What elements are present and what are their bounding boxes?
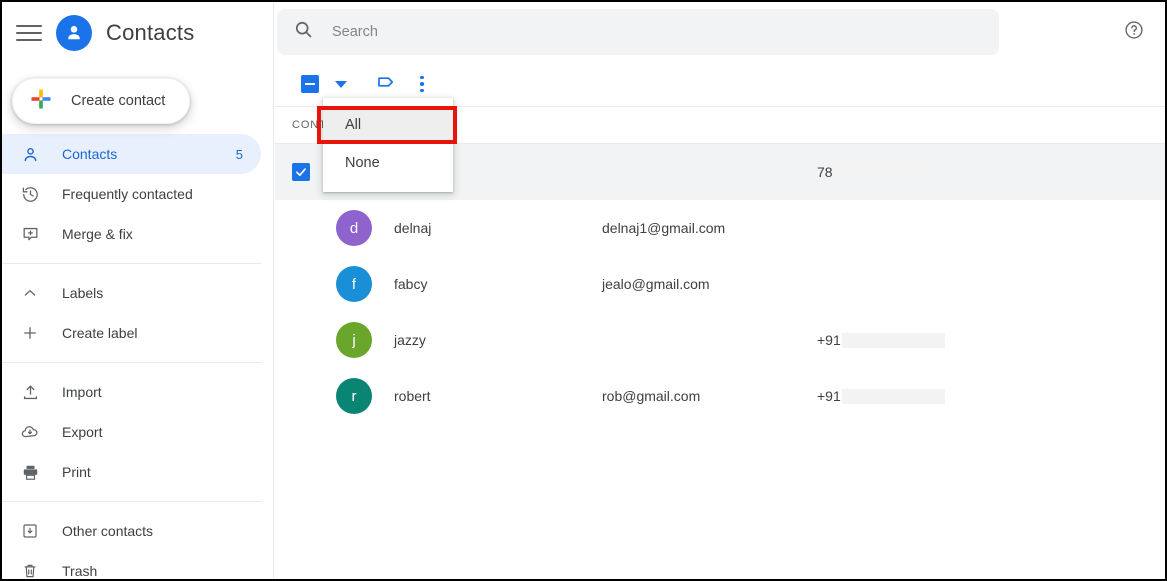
- sidebar-item-label: Contacts: [62, 146, 118, 162]
- sidebar-item-label: Labels: [62, 285, 104, 301]
- label-button[interactable]: [373, 71, 399, 97]
- avatar: j: [336, 322, 372, 358]
- contact-phone: +91: [817, 388, 945, 404]
- action-toolbar: All None: [275, 62, 1165, 192]
- more-vertical-icon: [420, 88, 424, 93]
- contact-name: robert: [394, 388, 431, 404]
- more-options-button[interactable]: [409, 71, 435, 97]
- sidebar-item-contacts[interactable]: Contacts 5: [2, 134, 261, 174]
- sidebar-item-label: Other contacts: [62, 523, 154, 539]
- sidebar-item-label: Create label: [62, 325, 138, 341]
- row-checkbox-checked-icon[interactable]: [292, 163, 310, 181]
- menu-item-none[interactable]: None: [323, 144, 453, 182]
- table-row[interactable]: f fabcy jealo@gmail.com: [275, 256, 1165, 312]
- sidebar-item-label: Frequently contacted: [62, 186, 193, 202]
- sidebar-divider-3: [2, 501, 261, 502]
- table-row[interactable]: d delnaj delnaj1@gmail.com: [275, 200, 1165, 256]
- sidebar-divider-2: [2, 362, 261, 363]
- help-button[interactable]: [1103, 19, 1151, 46]
- avatar: f: [336, 266, 372, 302]
- sidebar-item-import[interactable]: Import: [2, 372, 261, 412]
- contact-email: delnaj1@gmail.com: [602, 220, 726, 236]
- sidebar-item-label: Export: [62, 424, 103, 440]
- sidebar-nav-main: Contacts 5 Frequently contacted Merge & …: [2, 124, 273, 254]
- menu-item-all[interactable]: All: [323, 106, 453, 144]
- plus-thin-icon: [20, 323, 40, 343]
- sidebar-item-export[interactable]: Export: [2, 412, 261, 452]
- history-clock-icon: [20, 184, 40, 204]
- app-header: Contacts: [2, 2, 273, 64]
- printer-icon: [20, 462, 40, 482]
- sidebar-item-label: Print: [62, 464, 91, 480]
- export-cloud-download-icon: [20, 422, 40, 442]
- table-row[interactable]: j jazzy +91: [275, 312, 1165, 368]
- person-avatar-icon: [56, 15, 92, 51]
- sidebar-item-create-label[interactable]: Create label: [2, 313, 261, 353]
- sidebar: Contacts Create contact Contacts 5 Frequ…: [2, 2, 274, 579]
- checkbox-indeterminate-icon: [305, 83, 315, 85]
- main-content: All None CONTACTS: [275, 2, 1165, 579]
- phone-prefix: +91: [817, 332, 841, 348]
- merge-fix-icon: [20, 224, 40, 244]
- import-upload-icon: [20, 382, 40, 402]
- label-tag-icon: [374, 70, 398, 99]
- more-vertical-icon: [420, 82, 424, 86]
- sidebar-nav-labels: Labels Create label: [2, 273, 273, 353]
- contact-phone: +91: [817, 332, 945, 348]
- redacted-phone-block: [833, 164, 934, 180]
- menu-item-label: All: [345, 117, 362, 133]
- create-contact-button[interactable]: Create contact: [12, 78, 191, 124]
- select-all-chevron-down-icon[interactable]: [335, 80, 347, 88]
- top-bar: [275, 2, 1165, 62]
- avatar: r: [336, 378, 372, 414]
- search-input[interactable]: [332, 24, 983, 40]
- sidebar-item-other-contacts[interactable]: Other contacts: [2, 511, 261, 551]
- trash-bin-icon: [20, 561, 40, 579]
- chevron-up-icon: [20, 283, 40, 303]
- select-all-checkbox[interactable]: [301, 75, 319, 93]
- sidebar-item-merge-and-fix[interactable]: Merge & fix: [2, 214, 261, 254]
- sidebar-item-trash[interactable]: Trash: [2, 551, 261, 579]
- sidebar-item-print[interactable]: Print: [2, 452, 261, 492]
- sidebar-item-label: Merge & fix: [62, 226, 133, 242]
- phone-prefix: +91: [817, 388, 841, 404]
- select-all-dropdown-menu: All None: [323, 98, 453, 192]
- sidebar-divider-1: [2, 263, 261, 264]
- hamburger-menu-icon[interactable]: [16, 20, 42, 46]
- person-outline-icon: [20, 144, 40, 164]
- redacted-phone-block: [841, 332, 945, 348]
- sidebar-item-label: Trash: [62, 563, 98, 579]
- sidebar-nav-bottom: Other contacts Trash: [2, 511, 273, 579]
- contact-email: jealo@gmail.com: [602, 276, 710, 292]
- redacted-phone-block: [841, 388, 945, 404]
- search-bar[interactable]: [277, 9, 999, 55]
- contact-email: rob@gmail.com: [602, 388, 701, 404]
- phone-prefix: 78: [817, 164, 833, 180]
- contact-name: fabcy: [394, 276, 428, 292]
- contact-phone: 78: [817, 164, 934, 180]
- more-vertical-icon: [420, 75, 424, 80]
- menu-item-label: None: [345, 155, 380, 171]
- sidebar-item-labels[interactable]: Labels: [2, 273, 261, 313]
- create-contact-label: Create contact: [71, 93, 166, 109]
- help-circle-icon: [1123, 19, 1145, 46]
- other-contacts-icon: [20, 521, 40, 541]
- avatar: d: [336, 210, 372, 246]
- sidebar-item-frequently-contacted[interactable]: Frequently contacted: [2, 174, 261, 214]
- contacts-count-badge: 5: [235, 146, 243, 162]
- plus-icon: [29, 87, 53, 116]
- table-row[interactable]: r robert rob@gmail.com +91: [275, 368, 1165, 424]
- contact-name: jazzy: [394, 332, 426, 348]
- sidebar-item-label: Import: [62, 384, 102, 400]
- search-icon: [293, 19, 314, 45]
- contact-name: delnaj: [394, 220, 432, 236]
- contacts-app-window: Contacts Create contact Contacts 5 Frequ…: [0, 0, 1167, 581]
- page-title: Contacts: [106, 20, 195, 45]
- sidebar-nav-tools: Import Export Print: [2, 372, 273, 492]
